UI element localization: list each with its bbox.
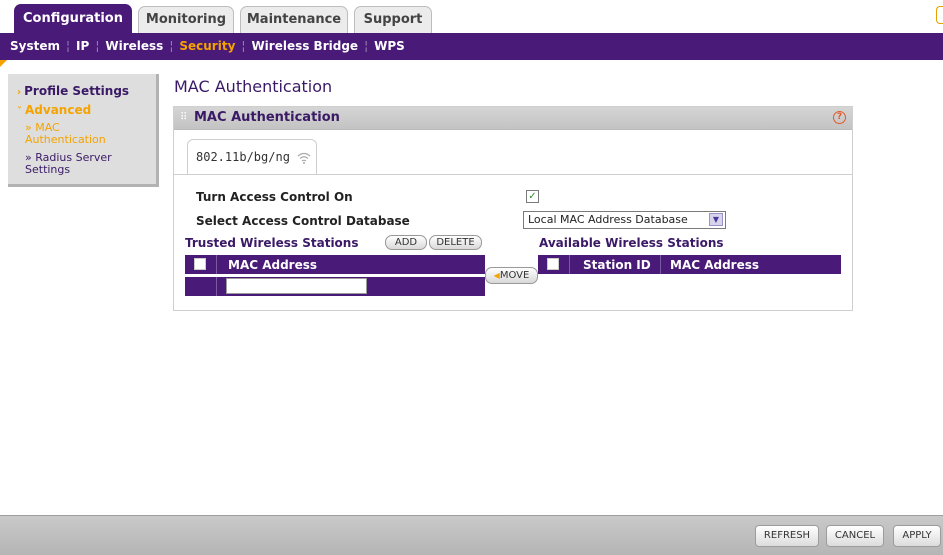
select-database-label: Select Access Control Database <box>196 214 410 228</box>
sidebar-item-label: Advanced <box>25 103 92 117</box>
mac-authentication-panel: ⠿ MAC Authentication ? 802.11b/bg/ng Tur… <box>173 106 853 311</box>
access-control-database-select[interactable]: Local MAC Address Database ▼ <box>523 211 726 229</box>
grip-icon: ⠿ <box>180 112 188 123</box>
available-stations-title: Available Wireless Stations <box>539 236 724 250</box>
trusted-stations-title: Trusted Wireless Stations <box>185 236 359 250</box>
subnav-wireless[interactable]: Wireless <box>105 33 163 60</box>
subnav-ip[interactable]: IP <box>76 33 89 60</box>
trusted-col-mac-address: MAC Address <box>228 258 318 272</box>
tab-monitoring[interactable]: Monitoring <box>138 6 234 33</box>
tab-divider <box>174 174 852 175</box>
left-sidebar: › Profile Settings ˅ Advanced » MAC Authen… <box>8 74 159 187</box>
sidebar-item-mac-authentication[interactable]: » MAC Authentication <box>25 122 125 146</box>
delete-button[interactable]: DELETE <box>429 235 482 250</box>
turn-access-control-checkbox[interactable]: ✓ <box>526 190 539 203</box>
cancel-button[interactable]: CANCEL <box>826 525 884 547</box>
column-separator <box>216 255 217 274</box>
tab-support[interactable]: Support <box>354 6 432 33</box>
subnav-separator: ¦ <box>95 39 100 53</box>
subnav-wps[interactable]: WPS <box>374 33 405 60</box>
wifi-icon <box>297 152 311 164</box>
move-button-label: MOVE <box>499 270 530 281</box>
subnav-wireless-bridge[interactable]: Wireless Bridge <box>251 33 358 60</box>
refresh-button[interactable]: REFRESH <box>755 525 819 547</box>
tab-80211bgng[interactable]: 802.11b/bg/ng <box>187 139 317 175</box>
column-separator <box>569 255 570 274</box>
turn-access-control-label: Turn Access Control On <box>196 190 353 204</box>
column-separator <box>216 277 217 296</box>
move-button[interactable]: ◀MOVE <box>485 267 538 284</box>
panel-title: MAC Authentication <box>194 110 340 125</box>
subnav-separator: ¦ <box>66 39 71 53</box>
sidebar-item-radius-server[interactable]: » Radius Server Settings <box>25 152 135 176</box>
sidebar-item-label: Profile Settings <box>24 84 130 98</box>
subnav-system[interactable]: System <box>10 33 60 60</box>
subnav-security[interactable]: Security <box>179 33 235 60</box>
band-tab-label: 802.11b/bg/ng <box>196 150 290 164</box>
add-button[interactable]: ADD <box>385 235 427 250</box>
subnav-separator: ¦ <box>169 39 174 53</box>
available-col-station-id: Station ID <box>583 258 651 272</box>
column-separator <box>660 255 661 274</box>
select-all-available-checkbox[interactable] <box>547 258 559 270</box>
trusted-stations-input-row <box>185 277 485 296</box>
apply-button[interactable]: APPLY <box>893 525 941 547</box>
sidebar-item-advanced[interactable]: ˅ Advanced <box>17 103 91 117</box>
select-value: Local MAC Address Database <box>528 213 688 226</box>
chevron-down-icon: ▼ <box>709 213 723 226</box>
sidebar-item-label: MAC Authentication <box>25 121 106 146</box>
page-title: MAC Authentication <box>174 77 333 96</box>
select-all-trusted-checkbox[interactable] <box>194 258 206 270</box>
trusted-stations-header: MAC Address <box>185 255 485 274</box>
sub-nav-bar: System ¦ IP ¦ Wireless ¦ Security ¦ Wireless Bri… <box>0 33 943 60</box>
top-bar-edge-decoration <box>936 6 943 24</box>
subnav-separator: ¦ <box>241 39 246 53</box>
panel-header: ⠿ MAC Authentication ? <box>174 107 852 130</box>
top-tab-bar: Configuration Monitoring Maintenance Sup… <box>0 0 943 33</box>
subnav-corner-arrow-icon <box>0 60 7 67</box>
available-col-mac-address: MAC Address <box>670 258 760 272</box>
chevron-down-icon: ˅ <box>17 106 22 117</box>
chevron-right-icon: › <box>17 87 22 98</box>
available-stations-header: Station ID MAC Address <box>538 255 841 274</box>
subnav-separator: ¦ <box>364 39 369 53</box>
tab-maintenance[interactable]: Maintenance <box>240 6 348 33</box>
tab-configuration[interactable]: Configuration <box>14 4 132 33</box>
help-icon[interactable]: ? <box>833 111 846 124</box>
sidebar-item-profile-settings[interactable]: › Profile Settings <box>17 84 129 98</box>
mac-address-input[interactable] <box>226 278 367 294</box>
sidebar-item-label: Radius Server Settings <box>25 151 112 176</box>
footer-bar: REFRESH CANCEL APPLY <box>0 515 943 555</box>
